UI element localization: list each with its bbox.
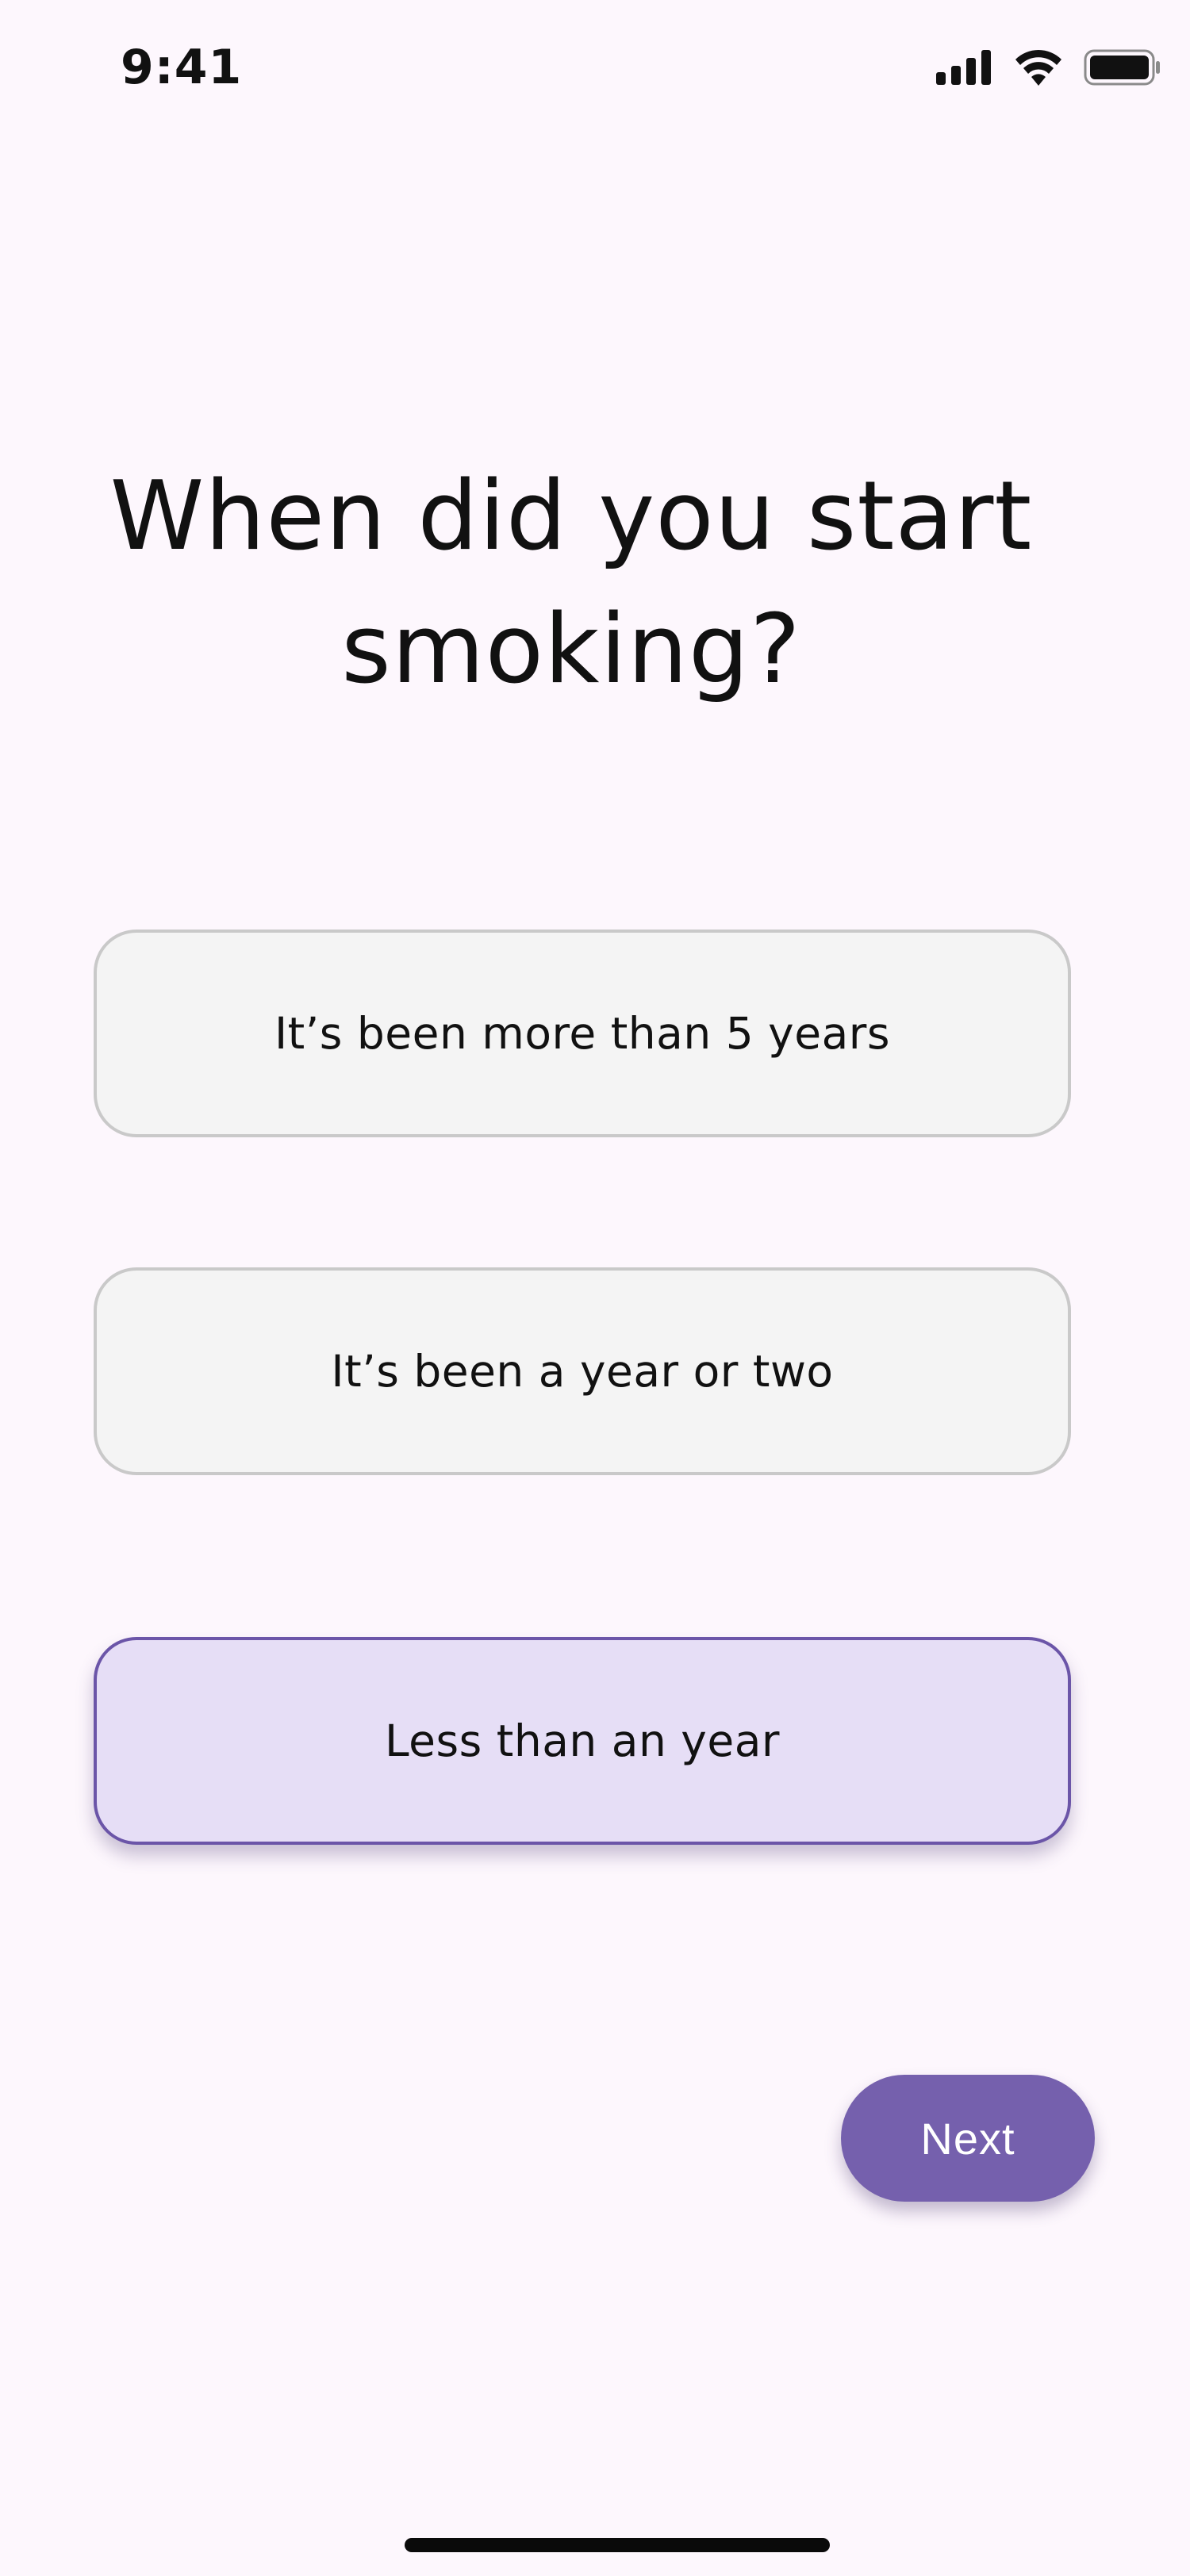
option-less-than-a-year[interactable]: Less than an year bbox=[94, 1637, 1071, 1845]
option-more-than-5-years[interactable]: It’s been more than 5 years bbox=[94, 930, 1071, 1137]
battery-icon bbox=[1084, 49, 1161, 86]
home-indicator[interactable] bbox=[405, 2538, 830, 2552]
option-year-or-two[interactable]: It’s been a year or two bbox=[94, 1267, 1071, 1475]
status-icons bbox=[936, 49, 1161, 86]
onboarding-screen: 9:41 When did you start smoking? It’s be… bbox=[0, 0, 1190, 2576]
option-label: Less than an year bbox=[384, 1715, 781, 1766]
question-title: When did you start smoking? bbox=[109, 462, 1033, 705]
option-label: It’s been more than 5 years bbox=[274, 1008, 891, 1059]
next-button[interactable]: Next bbox=[841, 2075, 1095, 2202]
option-label: It’s been a year or two bbox=[331, 1346, 834, 1397]
next-button-label: Next bbox=[920, 2113, 1015, 2164]
wifi-icon bbox=[1014, 49, 1063, 86]
status-time: 9:41 bbox=[121, 40, 243, 95]
cellular-signal-icon bbox=[936, 50, 993, 85]
